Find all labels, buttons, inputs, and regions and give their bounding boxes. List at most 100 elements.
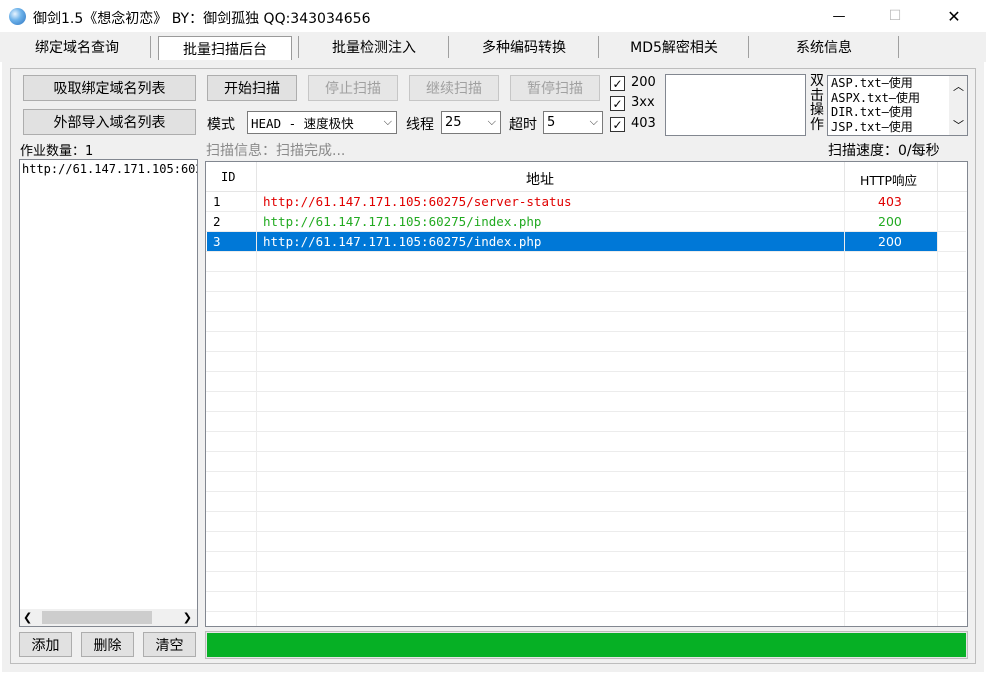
list-item[interactable]: ASP.txt—使用 xyxy=(831,76,920,91)
empty-table-row xyxy=(206,552,966,572)
scroll-thumb[interactable] xyxy=(42,611,152,624)
tab-divider xyxy=(898,36,899,58)
list-item[interactable]: DIR.txt—使用 xyxy=(831,105,920,120)
empty-table-row xyxy=(206,472,966,492)
scroll-left-icon[interactable]: ❮ xyxy=(23,611,32,624)
empty-table-row xyxy=(206,532,966,552)
cell-url: http://61.147.171.105:60275/server-statu… xyxy=(263,194,572,209)
column-divider xyxy=(937,192,938,626)
horizontal-scrollbar[interactable]: ❮ ❯ xyxy=(20,609,197,626)
empty-table-row xyxy=(206,452,966,472)
list-item[interactable]: JSP.txt—使用 xyxy=(831,120,920,135)
timeout-label: 超时 xyxy=(509,117,537,133)
empty-table-row xyxy=(206,432,966,452)
tab-divider xyxy=(598,36,599,58)
table-row[interactable]: 3 http://61.147.171.105:60275/index.php 20… xyxy=(206,232,966,252)
column-header-http-code[interactable]: HTTP响应 xyxy=(860,170,917,189)
chevron-down-icon: ⌵ xyxy=(383,115,392,128)
threads-select[interactable]: 25 ⌵ xyxy=(441,111,501,134)
table-header: ID 地址 HTTP响应 xyxy=(206,162,967,192)
empty-table-row xyxy=(206,592,966,612)
cell-http-code: 200 xyxy=(878,214,902,229)
delete-button[interactable]: 删除 xyxy=(81,632,134,657)
scroll-right-icon[interactable]: ❯ xyxy=(183,611,192,624)
tab-divider xyxy=(448,36,449,58)
scroll-down-icon[interactable]: ﹀ xyxy=(953,117,964,133)
checkbox-403-label: 403 xyxy=(631,116,656,131)
empty-table-row xyxy=(206,612,966,626)
empty-table-row xyxy=(206,372,966,392)
pause-scan-button[interactable]: 暂停扫描 xyxy=(510,75,600,101)
empty-table-row xyxy=(206,412,966,432)
empty-table-row xyxy=(206,352,966,372)
checkbox-3xx[interactable]: ✓ xyxy=(610,96,625,111)
progress-fill xyxy=(207,633,966,657)
minimize-button[interactable]: — xyxy=(816,0,862,32)
column-header-url[interactable]: 地址 xyxy=(526,169,554,189)
checkbox-3xx-label: 3xx xyxy=(631,95,655,110)
chevron-down-icon: ⌵ xyxy=(589,115,598,128)
cell-url: http://61.147.171.105:60275/index.php xyxy=(263,214,542,229)
mode-label: 模式 xyxy=(207,117,235,133)
results-table[interactable]: ID 地址 HTTP响应 1 http://61.147.171.105:6027… xyxy=(205,161,968,627)
scan-speed-text: 扫描速度：0/每秒 xyxy=(828,143,940,159)
job-count-label: 作业数量：1 xyxy=(20,144,94,159)
tab-system-info[interactable]: 系统信息 xyxy=(750,34,898,60)
checkbox-200[interactable]: ✓ xyxy=(610,76,625,91)
cell-id: 3 xyxy=(213,234,221,249)
empty-table-row xyxy=(206,332,966,352)
cell-id: 1 xyxy=(213,194,221,209)
cell-id: 2 xyxy=(213,214,221,229)
dictionary-list[interactable]: ASP.txt—使用 ASPX.txt—使用 DIR.txt—使用 JSP.tx… xyxy=(827,75,968,136)
checkbox-403[interactable]: ✓ xyxy=(610,117,625,132)
tab-divider xyxy=(748,36,749,58)
column-divider xyxy=(256,192,257,626)
empty-table-row xyxy=(206,252,966,272)
tab-injection-check[interactable]: 批量检测注入 xyxy=(300,34,448,60)
clear-button[interactable]: 清空 xyxy=(143,632,196,657)
vertical-scrollbar[interactable]: ︿ ﹀ xyxy=(949,76,967,135)
table-row[interactable]: 2 http://61.147.171.105:60275/index.php 20… xyxy=(206,212,966,232)
tab-batch-scan[interactable]: 批量扫描后台 xyxy=(158,36,292,60)
cell-http-code: 200 xyxy=(878,234,902,249)
window-title: 御剑1.5《想念初恋》 BY：御剑孤独 QQ:343034656 xyxy=(33,11,371,27)
add-button[interactable]: 添加 xyxy=(19,632,72,657)
domain-list[interactable]: http://61.147.171.105:60275 ❮ ❯ xyxy=(19,159,198,627)
maximize-button[interactable]: ☐ xyxy=(872,0,918,32)
chevron-down-icon: ⌵ xyxy=(487,115,496,128)
empty-table-row xyxy=(206,572,966,592)
progress-bar xyxy=(205,631,968,659)
table-row[interactable]: 1 http://61.147.171.105:60275/server-stat… xyxy=(206,192,966,212)
tab-md5[interactable]: MD5解密相关 xyxy=(600,34,748,60)
empty-table-row xyxy=(206,292,966,312)
custom-path-textarea[interactable] xyxy=(665,74,806,136)
tab-divider xyxy=(150,36,151,58)
empty-table-row xyxy=(206,512,966,532)
empty-table-row xyxy=(206,272,966,292)
column-header-id[interactable]: ID xyxy=(221,170,235,184)
mode-select[interactable]: HEAD - 速度极快 ⌵ xyxy=(247,111,397,134)
fetch-domain-list-button[interactable]: 吸取绑定域名列表 xyxy=(23,75,196,101)
cell-url: http://61.147.171.105:60275/index.php xyxy=(263,234,542,249)
continue-scan-button[interactable]: 继续扫描 xyxy=(409,75,499,101)
tab-encoding[interactable]: 多种编码转换 xyxy=(450,34,598,60)
scroll-up-icon[interactable]: ︿ xyxy=(953,78,964,94)
stop-scan-button[interactable]: 停止扫描 xyxy=(308,75,398,101)
empty-table-row xyxy=(206,392,966,412)
empty-table-row xyxy=(206,492,966,512)
tab-domain-query[interactable]: 绑定域名查询 xyxy=(8,34,146,60)
table-body: 1 http://61.147.171.105:60275/server-stat… xyxy=(206,192,967,626)
list-item[interactable]: ASPX.txt—使用 xyxy=(831,91,920,106)
checkbox-200-label: 200 xyxy=(631,75,656,90)
timeout-select[interactable]: 5 ⌵ xyxy=(543,111,603,134)
app-globe-icon xyxy=(9,8,26,25)
column-divider xyxy=(844,192,845,626)
threads-label: 线程 xyxy=(406,117,434,133)
cell-http-code: 403 xyxy=(878,194,902,209)
list-item[interactable]: http://61.147.171.105:60275 xyxy=(22,162,197,176)
empty-table-row xyxy=(206,312,966,332)
double-click-label: 双击操作 xyxy=(810,73,824,133)
close-button[interactable]: ✕ xyxy=(931,0,977,32)
start-scan-button[interactable]: 开始扫描 xyxy=(207,75,297,101)
import-domain-list-button[interactable]: 外部导入域名列表 xyxy=(23,109,196,135)
